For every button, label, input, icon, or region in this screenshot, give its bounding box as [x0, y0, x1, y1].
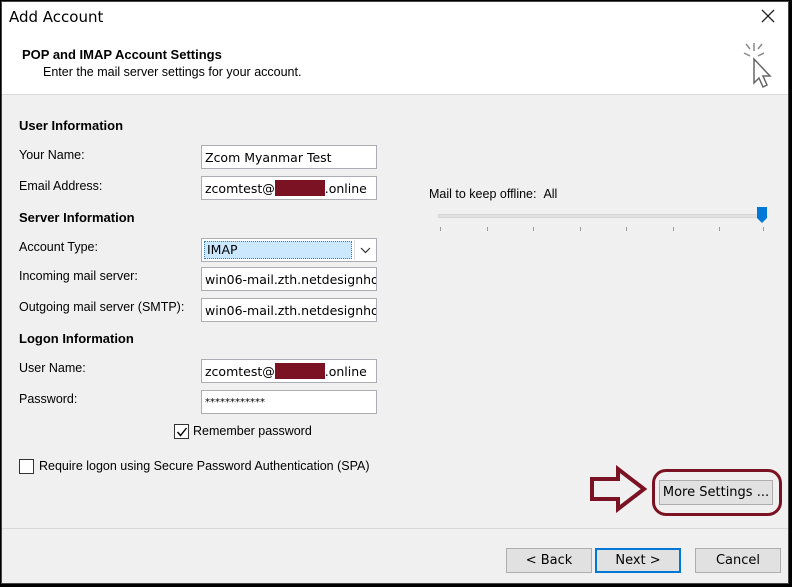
next-button[interactable]: Next > [595, 548, 681, 573]
your-name-label: Your Name: [19, 148, 85, 162]
slider-tick [487, 227, 488, 231]
user-name-input[interactable]: zcomtest@ .online [201, 359, 377, 383]
username-suffix: .online [324, 364, 367, 379]
more-settings-button[interactable]: More Settings ... [659, 480, 773, 505]
server-info-heading: Server Information [19, 210, 135, 225]
slider-tick [533, 227, 534, 231]
outgoing-server-input[interactable]: win06-mail.zth.netdesignhost. [201, 298, 377, 322]
email-address-input[interactable]: zcomtest@ .online [201, 176, 377, 200]
email-address-label: Email Address: [19, 179, 103, 193]
close-icon[interactable] [756, 5, 780, 29]
settings-body: User Information Your Name: Zcom Myanmar… [2, 95, 788, 583]
slider-thumb[interactable] [757, 207, 767, 223]
redaction-block [274, 180, 325, 196]
page-title: POP and IMAP Account Settings [22, 47, 222, 62]
account-type-label: Account Type: [19, 240, 98, 254]
page-subtitle: Enter the mail server settings for your … [43, 65, 302, 79]
slider-tick [763, 227, 764, 231]
back-button[interactable]: < Back [506, 548, 592, 573]
email-suffix: .online [324, 181, 367, 196]
window-title: Add Account [9, 8, 104, 26]
highlight-arrow-icon [590, 465, 648, 513]
add-account-window: Add Account POP and IMAP Account Setting… [1, 1, 789, 584]
cancel-button[interactable]: Cancel [695, 548, 781, 573]
email-prefix: zcomtest@ [205, 181, 275, 196]
wizard-cursor-icon [743, 43, 772, 89]
password-label: Password: [19, 392, 78, 406]
mail-offline-text: Mail to keep offline: [429, 187, 537, 201]
footer-divider [2, 528, 788, 529]
spa-label: Require logon using Secure Password Auth… [39, 459, 370, 473]
title-bar: Add Account [2, 2, 788, 33]
username-prefix: zcomtest@ [205, 364, 275, 379]
remember-password-label: Remember password [193, 424, 312, 438]
user-info-heading: User Information [19, 118, 124, 133]
redaction-block [274, 363, 325, 379]
mail-offline-slider[interactable] [438, 214, 764, 218]
spa-checkbox[interactable] [19, 459, 34, 474]
incoming-server-input[interactable]: win06-mail.zth.netdesignhost. [201, 267, 377, 291]
mail-offline-label: Mail to keep offline: All [429, 187, 557, 201]
mail-offline-value: All [543, 187, 558, 201]
slider-tick [673, 227, 674, 231]
password-input[interactable]: ************ [201, 390, 377, 414]
slider-tick [580, 227, 581, 231]
slider-tick [719, 227, 720, 231]
slider-tick [626, 227, 627, 231]
logon-info-heading: Logon Information [19, 331, 134, 346]
account-type-select[interactable]: IMAP [201, 238, 377, 262]
account-type-value: IMAP [204, 241, 352, 259]
user-name-label: User Name: [19, 361, 86, 375]
outgoing-server-label: Outgoing mail server (SMTP): [19, 300, 185, 314]
wizard-header: POP and IMAP Account Settings Enter the … [2, 33, 788, 95]
remember-password-checkbox[interactable] [174, 424, 189, 439]
your-name-input[interactable]: Zcom Myanmar Test [201, 145, 377, 169]
slider-tick [440, 227, 441, 231]
chevron-down-icon[interactable] [354, 240, 375, 260]
incoming-server-label: Incoming mail server: [19, 269, 138, 283]
